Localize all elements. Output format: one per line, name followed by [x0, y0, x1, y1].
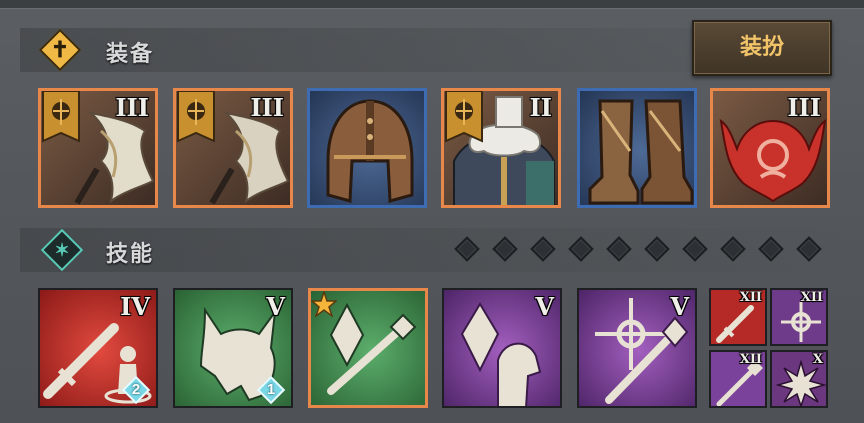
skill-slot-crystal-staff[interactable] — [308, 288, 428, 408]
tier-label: XII — [800, 290, 823, 305]
skill-pip — [682, 236, 708, 262]
tier-label: XII — [739, 352, 762, 367]
equipment-slot-helmet[interactable] — [307, 88, 427, 208]
skill-pip — [454, 236, 480, 262]
tier-label: III — [250, 93, 284, 122]
level-gem-badge: 1 — [256, 375, 286, 405]
tier-label: V — [670, 292, 689, 321]
tier-label: IV — [120, 292, 150, 321]
small-skill-slot-holy-target[interactable]: XII — [770, 288, 828, 346]
tier-label: V — [266, 292, 285, 321]
skill-slot-holy-staff[interactable]: V — [577, 288, 697, 408]
skill-pip — [568, 236, 594, 262]
gem-count: 1 — [266, 381, 276, 398]
skill-pip — [492, 236, 518, 262]
skill-pip — [530, 236, 556, 262]
equipment-slot-sword-1[interactable]: III — [38, 88, 158, 208]
skill-pip — [720, 236, 746, 262]
tier-label: III — [787, 93, 821, 122]
equipment-slot-armor[interactable]: II — [441, 88, 561, 208]
small-skill-slot-burst[interactable]: X — [770, 350, 828, 408]
tier-label: XII — [739, 290, 762, 305]
tier-label: X — [812, 352, 823, 367]
skill-pip — [644, 236, 670, 262]
equipment-slot-emblem[interactable]: III — [710, 88, 830, 208]
top-strip — [0, 0, 864, 9]
rank-banner-icon — [177, 91, 215, 143]
skill-slot-wolf[interactable]: V 1 — [173, 288, 293, 408]
star-emblem-icon: ✶ — [40, 228, 84, 272]
equipment-title: 装备 — [106, 42, 155, 67]
skill-slot-sword-guard[interactable]: IV 2 — [38, 288, 158, 408]
gem-count: 2 — [131, 381, 141, 398]
skill-pip — [758, 236, 784, 262]
skill-slot-crystal-cloak[interactable]: V — [442, 288, 562, 408]
level-gem-badge: 2 — [121, 375, 151, 405]
tier-label: II — [529, 93, 552, 122]
equipment-slot-sword-2[interactable]: III — [173, 88, 293, 208]
tier-label: III — [115, 93, 149, 122]
star-icon — [311, 291, 337, 317]
skills-title: 技能 — [106, 242, 155, 267]
tier-label: V — [535, 292, 554, 321]
cross-emblem-icon: ✝ — [38, 28, 82, 72]
skill-pip — [796, 236, 822, 262]
small-skill-slot-sword[interactable]: XII — [709, 288, 767, 346]
rank-banner-icon — [42, 91, 80, 143]
small-skill-slot-staff[interactable]: XII — [709, 350, 767, 408]
rank-banner-icon — [445, 91, 483, 143]
skill-pip — [606, 236, 632, 262]
equipment-slot-boots[interactable] — [577, 88, 697, 208]
dress-up-button[interactable]: 装扮 — [692, 20, 832, 76]
